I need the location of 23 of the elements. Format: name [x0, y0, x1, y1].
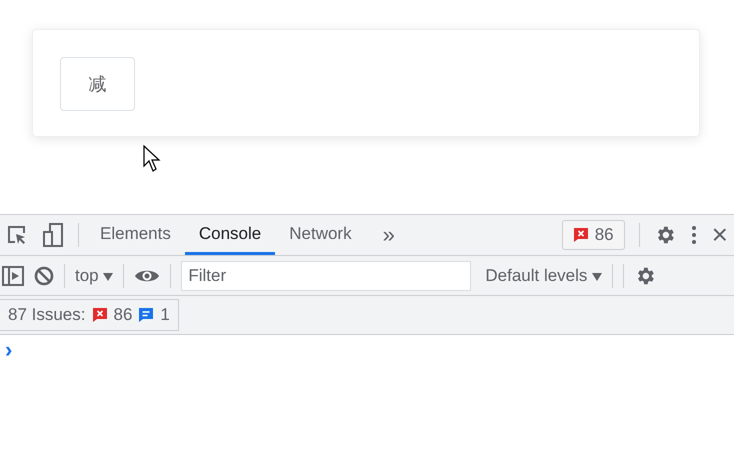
- sidebar-toggle-icon[interactable]: [2, 266, 24, 286]
- message-icon: [138, 307, 154, 323]
- context-dropdown[interactable]: top: [75, 266, 114, 286]
- log-levels-dropdown[interactable]: Default levels: [485, 266, 602, 286]
- close-button[interactable]: ×: [712, 221, 728, 249]
- panel-tab[interactable]: Elements: [86, 215, 185, 255]
- device-icon[interactable]: [42, 223, 64, 247]
- panel-tab[interactable]: Console: [184, 215, 276, 255]
- more-options-icon[interactable]: [690, 224, 698, 246]
- inspect-icon[interactable]: [6, 224, 28, 246]
- panel-tab[interactable]: Network: [275, 215, 366, 255]
- clear-icon[interactable]: [34, 266, 54, 286]
- minus-button[interactable]: 减: [60, 57, 135, 111]
- error-count-button[interactable]: 86: [562, 220, 625, 250]
- dropdown-triangle-icon: [592, 272, 602, 280]
- dropdown-triangle-icon: [103, 272, 114, 280]
- error-icon: [92, 307, 108, 323]
- cursor-icon: [143, 145, 163, 173]
- more-tabs-button[interactable]: »: [382, 222, 395, 248]
- error-icon: [572, 227, 589, 243]
- filter-field[interactable]: Filter: [181, 260, 472, 290]
- prompt-caret: ›: [5, 337, 12, 362]
- issues-button[interactable]: 87 Issues: 86 1: [0, 299, 179, 331]
